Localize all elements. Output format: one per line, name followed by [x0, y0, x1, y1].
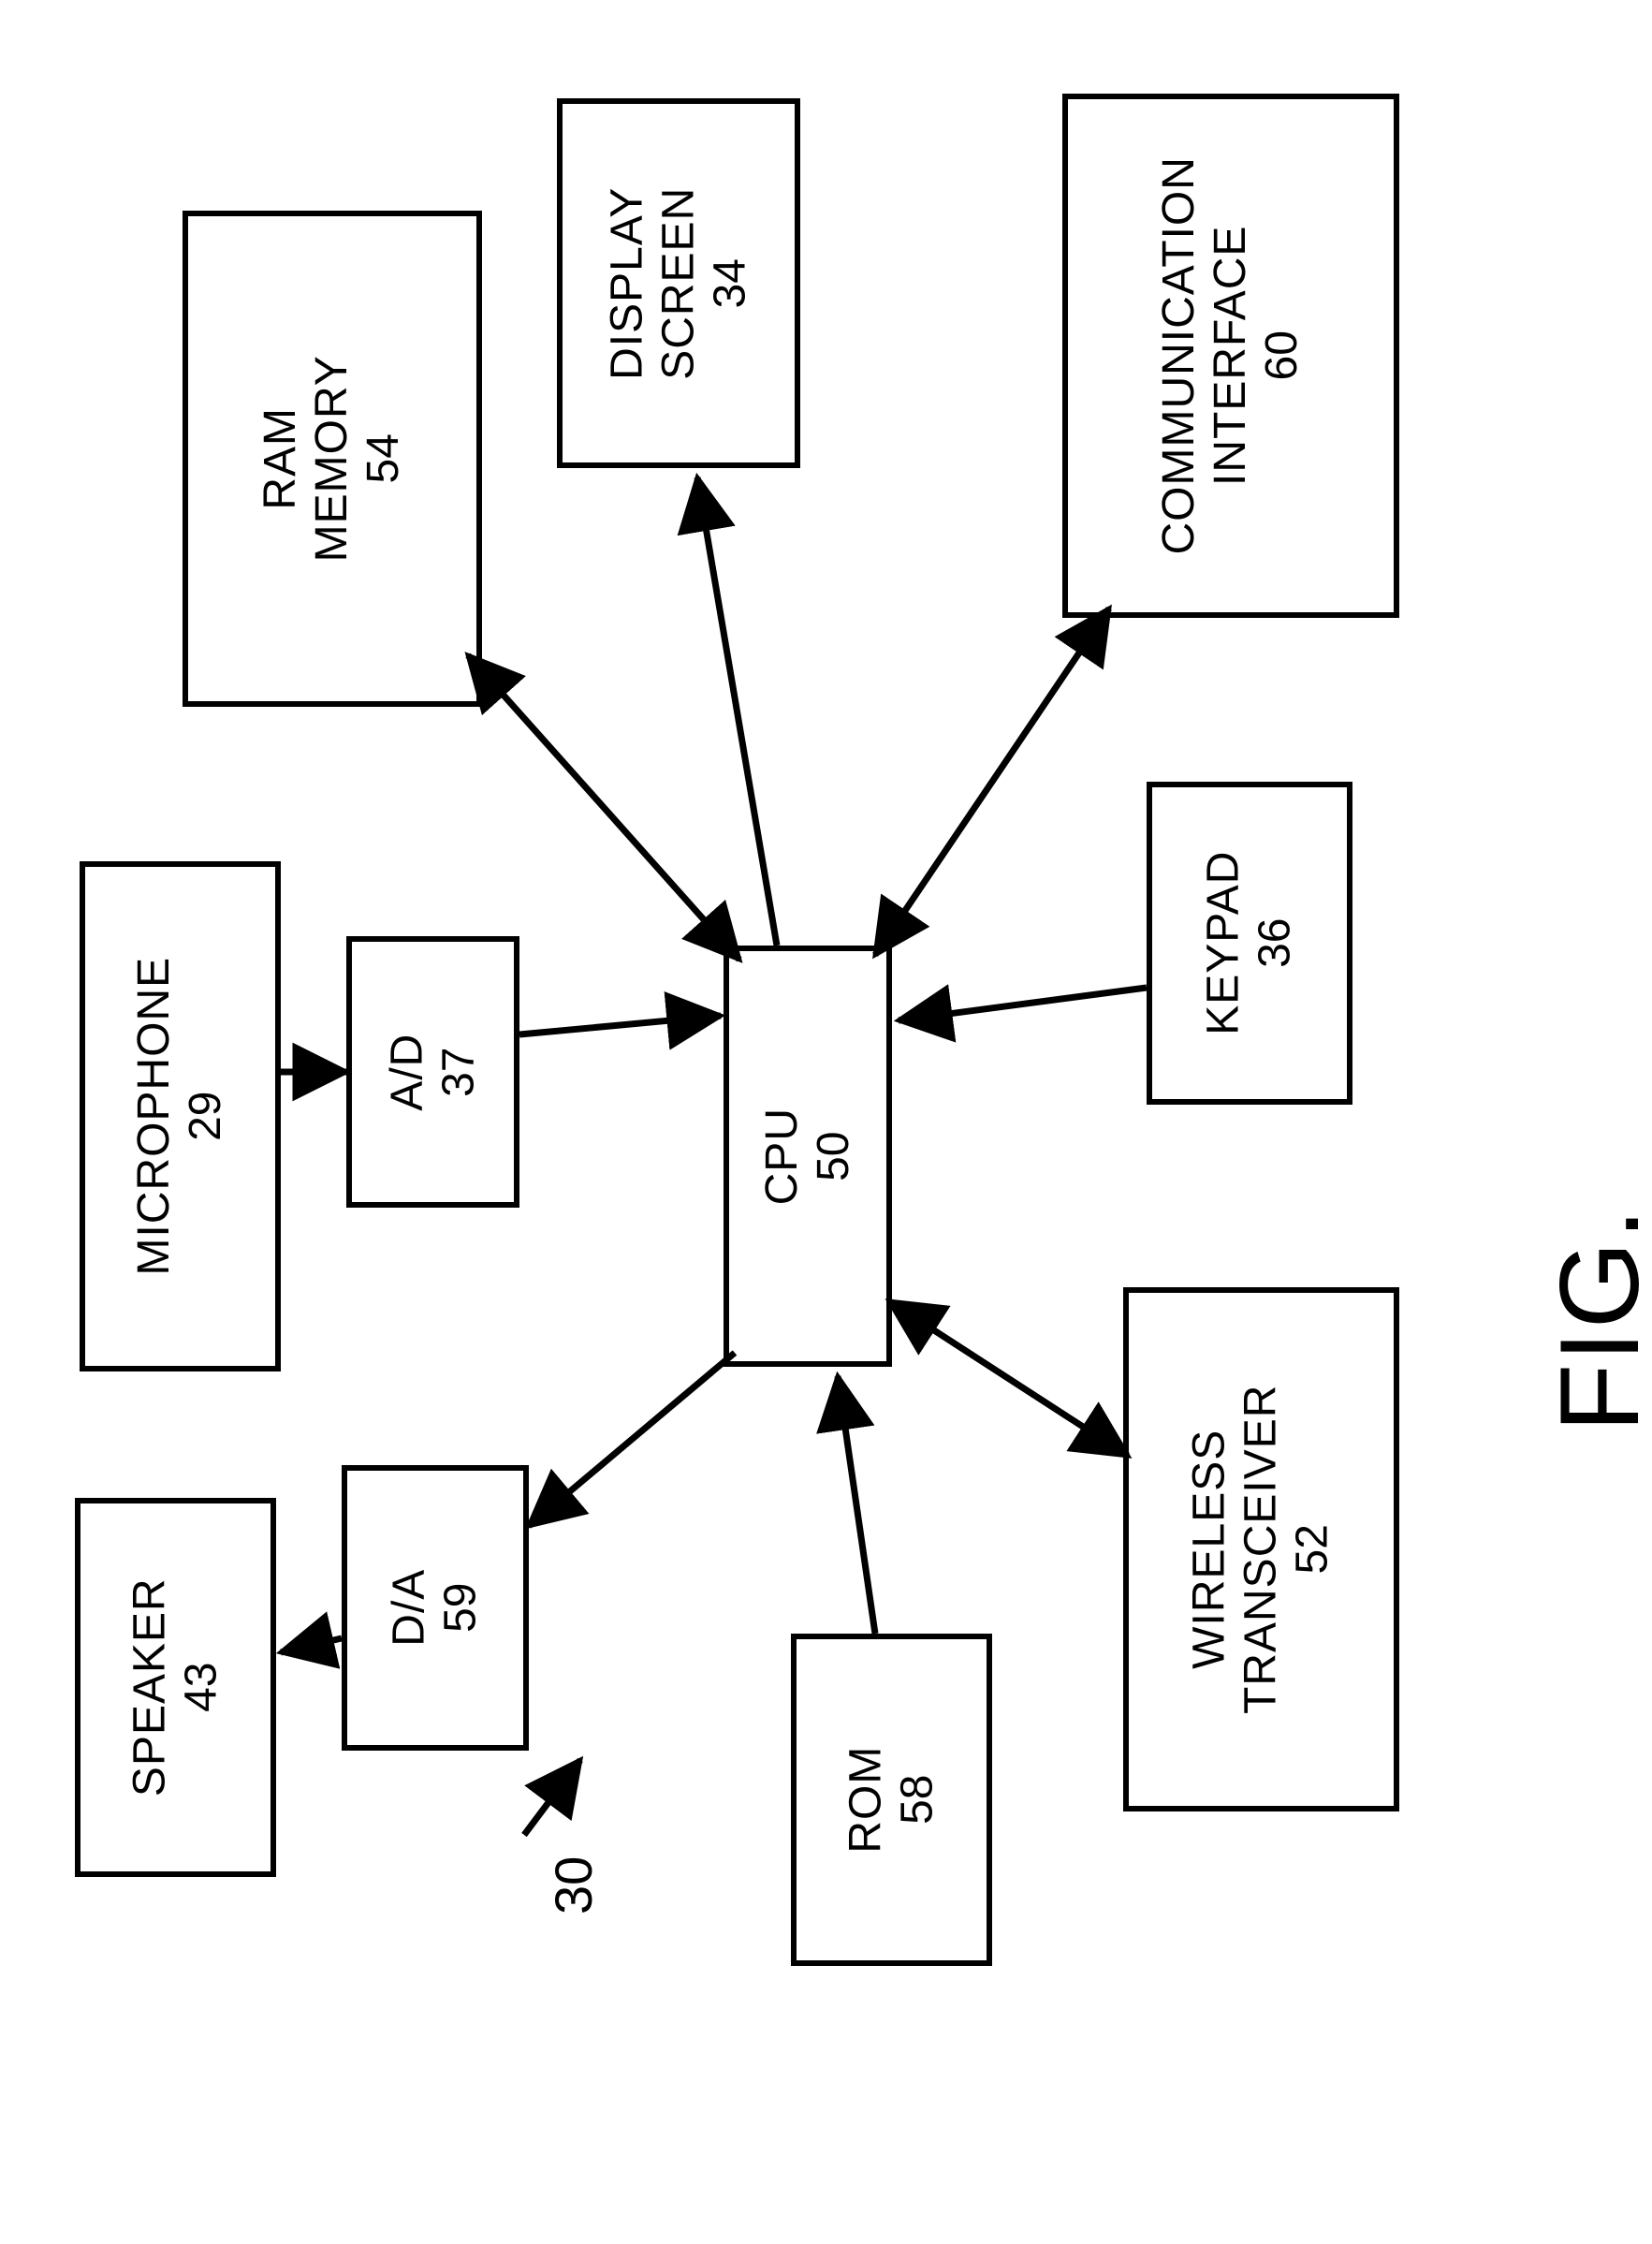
- block-rom: ROM 58: [791, 1634, 992, 1966]
- figure-label: FIG. 2: [1535, 1207, 1652, 1432]
- block-da: D/A 59: [342, 1465, 529, 1751]
- display-label: DISPLAYSCREEN: [602, 186, 703, 379]
- block-cpu: CPU 50: [724, 946, 892, 1367]
- wireless-label: WIRELESSTRANSCEIVER: [1185, 1385, 1286, 1714]
- ad-num: 37: [433, 1047, 483, 1096]
- ram-num: 54: [359, 433, 409, 483]
- da-label: D/A: [385, 1569, 434, 1647]
- ad-label: A/D: [382, 1033, 431, 1110]
- diagram-canvas: CPU 50 RAMMEMORY 54 DISPLAYSCREEN 34 COM…: [0, 0, 1652, 2244]
- wireless-num: 52: [1288, 1524, 1338, 1574]
- speaker-label: SPEAKER: [124, 1578, 174, 1797]
- cpu-label: CPU: [757, 1107, 807, 1205]
- block-ram: RAMMEMORY 54: [183, 211, 482, 707]
- comm-label: COMMUNICATIONINTERFACE: [1154, 156, 1255, 554]
- block-keypad: KEYPAD 36: [1147, 782, 1352, 1105]
- display-num: 34: [706, 258, 755, 308]
- keypad-num: 36: [1250, 918, 1300, 968]
- microphone-num: 29: [182, 1092, 231, 1141]
- block-display: DISPLAYSCREEN 34: [557, 98, 800, 468]
- rom-label: ROM: [841, 1746, 890, 1854]
- block-comm: COMMUNICATIONINTERFACE 60: [1062, 94, 1399, 618]
- speaker-num: 43: [177, 1663, 227, 1712]
- assembly-ref: 30: [543, 1856, 604, 1914]
- microphone-label: MICROPHONE: [129, 957, 179, 1276]
- block-wireless: WIRELESSTRANSCEIVER 52: [1123, 1287, 1399, 1811]
- ram-label: RAMMEMORY: [256, 355, 357, 562]
- cpu-num: 50: [809, 1131, 858, 1181]
- block-microphone: MICROPHONE 29: [80, 861, 281, 1371]
- keypad-label: KEYPAD: [1199, 851, 1249, 1035]
- da-num: 59: [436, 1583, 486, 1633]
- comm-num: 60: [1258, 330, 1308, 380]
- block-speaker: SPEAKER 43: [75, 1498, 276, 1877]
- rom-num: 58: [892, 1775, 942, 1825]
- block-ad: A/D 37: [346, 936, 519, 1208]
